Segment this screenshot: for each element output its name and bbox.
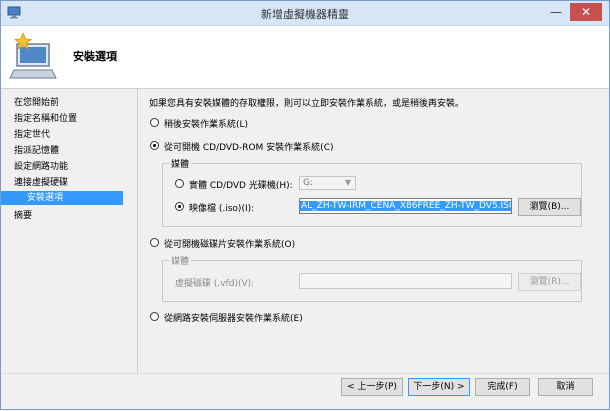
bootable-cd-radio[interactable]	[150, 141, 159, 150]
finish-button[interactable]: 完成(F)	[475, 378, 530, 396]
sidebar: 在您開始前 指定名稱和位置 指定世代 指派記憶體 設定網路功能 連接虛擬硬碟 安…	[1, 89, 137, 411]
physical-drive-value: G:	[303, 178, 314, 188]
bootable-floppy-label[interactable]: 從可開機磁碟片安裝作業系統(O)	[164, 237, 295, 250]
bootable-floppy-radio[interactable]	[150, 238, 159, 247]
computer-sparkle-icon	[9, 31, 57, 79]
sidebar-item-memory[interactable]: 指派記憶體	[14, 143, 59, 156]
network-install-label[interactable]: 從網路安裝伺服器安裝作業系統(E)	[164, 311, 303, 324]
install-later-radio[interactable]	[150, 118, 159, 127]
physical-drive-radio[interactable]	[175, 179, 184, 188]
network-install-radio[interactable]	[150, 312, 159, 321]
media-group-label: 媒體	[169, 157, 192, 170]
close-icon[interactable]: ✕	[570, 3, 602, 21]
sidebar-item-summary[interactable]: 摘要	[14, 208, 32, 221]
next-button[interactable]: 下一步(N) >	[408, 378, 470, 396]
image-file-label[interactable]: 映像檔 (.iso)(I):	[189, 201, 254, 214]
image-file-value: AL_ZH-TW-IRM_CENA_X86FREE_ZH-TW_DV5.ISO	[300, 201, 511, 211]
image-file-radio[interactable]	[175, 202, 184, 211]
virtual-floppy-label: 虛擬磁碟 (.vfd)(V):	[175, 279, 255, 289]
footer-divider	[1, 373, 609, 374]
sidebar-item-generation[interactable]: 指定世代	[14, 127, 50, 140]
physical-drive-select[interactable]: G: ▼	[299, 176, 356, 190]
browse-floppy-button[interactable]: 瀏覽(R)...	[518, 273, 581, 291]
chevron-down-icon: ▼	[344, 178, 351, 187]
minimize-icon[interactable]: —	[542, 3, 570, 21]
install-later-label[interactable]: 稍後安裝作業系統(L)	[164, 117, 248, 130]
wizard-header: 安裝選項	[1, 26, 609, 89]
sidebar-item-name-location[interactable]: 指定名稱和位置	[14, 111, 77, 124]
sidebar-item-before-you-begin[interactable]: 在您開始前	[14, 95, 59, 108]
virtual-floppy-input[interactable]	[299, 273, 512, 289]
floppy-media-group-label: 媒體	[169, 254, 192, 267]
content-panel: 如果您具有安裝媒體的存取權限，則可以立即安裝作業系統，或是稍後再安裝。 稍後安裝…	[138, 89, 609, 373]
image-file-input[interactable]: AL_ZH-TW-IRM_CENA_X86FREE_ZH-TW_DV5.ISO	[299, 198, 512, 214]
physical-drive-label[interactable]: 實體 CD/DVD 光碟機(H):	[189, 178, 293, 191]
window-title: 新增虛擬機器精靈	[261, 8, 349, 21]
sidebar-item-installation-options[interactable]: 安裝選項	[1, 191, 123, 205]
sidebar-item-networking[interactable]: 設定網路功能	[14, 159, 68, 172]
sidebar-item-virtual-disk[interactable]: 連接虛擬硬碟	[14, 175, 68, 188]
title-bar: 新增虛擬機器精靈 — ✕	[1, 1, 609, 26]
previous-button[interactable]: < 上一步(P)	[341, 378, 403, 396]
wizard-window: 新增虛擬機器精靈 — ✕ 安裝選項 在您開始前 指定名稱和位置 指定世代 指派記…	[0, 0, 610, 410]
browse-iso-button[interactable]: 瀏覽(B)...	[518, 198, 581, 216]
description-text: 如果您具有安裝媒體的存取權限，則可以立即安裝作業系統，或是稍後再安裝。	[149, 99, 465, 109]
page-title: 安裝選項	[73, 50, 117, 63]
media-group	[162, 163, 582, 227]
cancel-button[interactable]: 取消	[538, 378, 593, 396]
bootable-cd-label[interactable]: 從可開機 CD/DVD-ROM 安裝作業系統(C)	[164, 140, 334, 153]
